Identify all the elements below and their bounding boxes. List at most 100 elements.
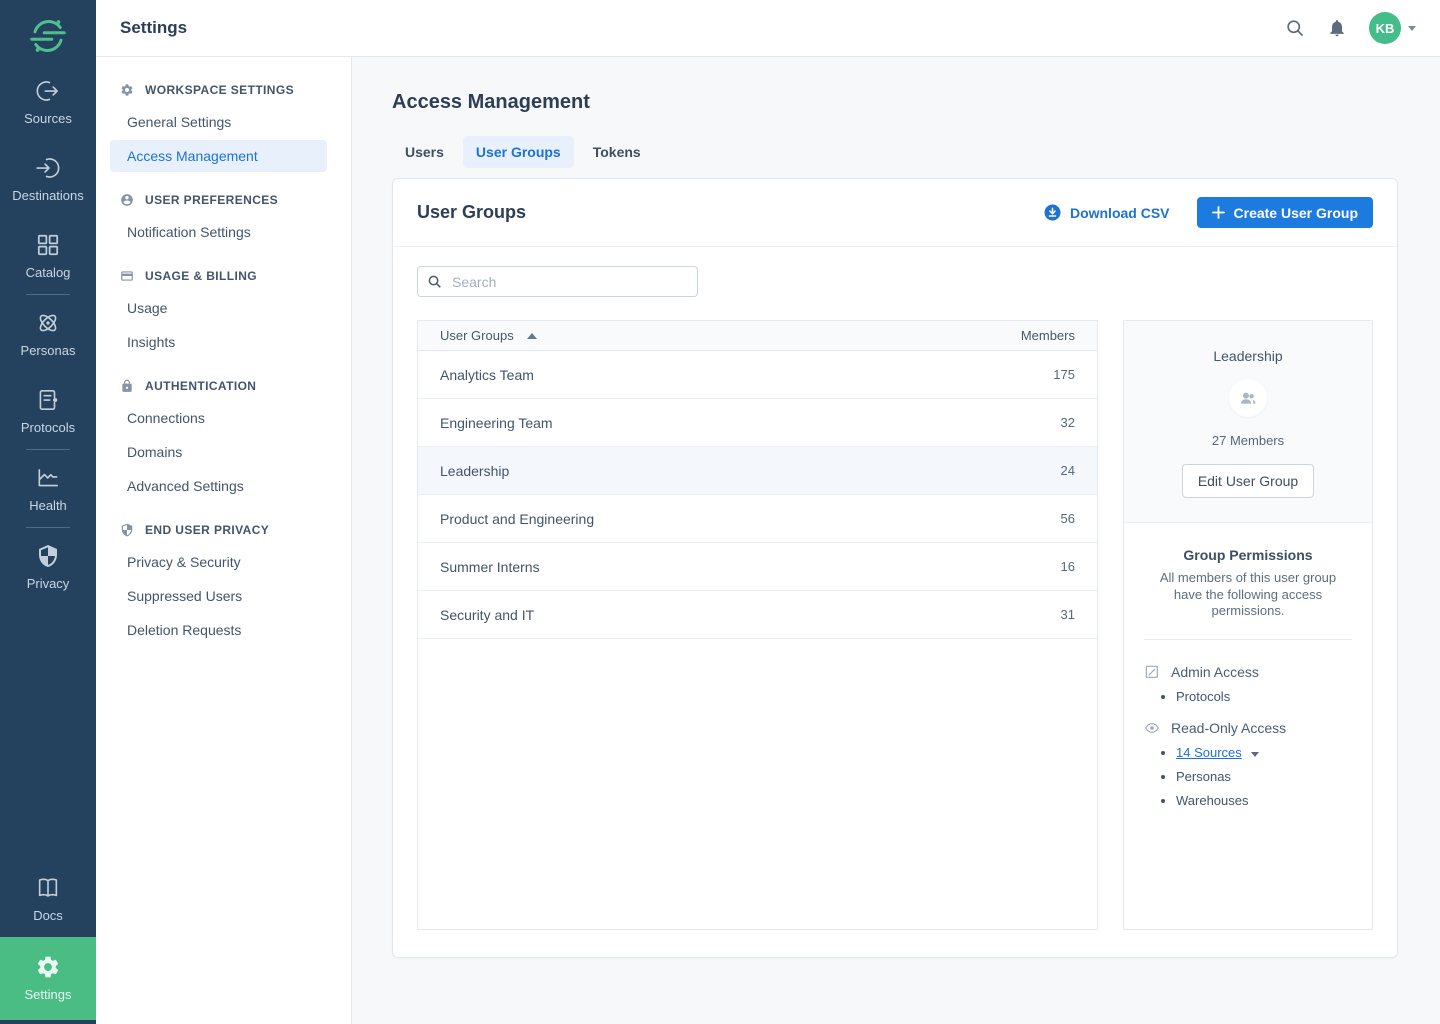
content-row: WORKSPACE SETTINGS General Settings Acce… [96,57,1440,1024]
sidebar-item-label: Protocols [21,420,75,435]
lock-icon [120,379,134,393]
permission-item: Warehouses [1176,793,1352,808]
sidebar-item-settings[interactable]: Settings [0,937,96,1020]
tab-user-groups[interactable]: User Groups [463,136,574,168]
column-label: User Groups [440,328,514,343]
user-menu[interactable]: KB [1369,12,1416,44]
sidebar-item-connections[interactable]: Connections [110,402,327,434]
group-members: 24 [1061,463,1075,478]
table-row[interactable]: Security and IT 31 [418,591,1097,639]
group-members: 175 [1053,367,1075,382]
group-members: 32 [1061,415,1075,430]
sidebar-item-access-management[interactable]: Access Management [110,140,327,172]
sidebar-item-sources[interactable]: Sources [0,77,96,126]
chevron-down-icon [1408,26,1416,31]
tab-tokens[interactable]: Tokens [580,136,654,168]
sidebar-item-docs[interactable]: Docs [0,874,96,923]
sidebar-item-insights[interactable]: Insights [110,326,327,358]
bell-icon[interactable] [1327,18,1347,38]
column-header-user-groups[interactable]: User Groups [440,328,537,343]
user-circle-icon [120,193,134,207]
sidebar-item-general-settings[interactable]: General Settings [110,106,327,138]
privacy-shield-icon [36,542,60,569]
edit-user-group-button[interactable]: Edit User Group [1182,464,1314,498]
shield-icon [120,523,134,537]
permission-item-sources: 14 Sources [1176,745,1352,760]
sidebar-item-label: Sources [24,111,72,126]
sidebar-item-privacy[interactable]: Privacy [0,542,96,591]
catalog-icon [35,231,61,258]
tab-users[interactable]: Users [392,136,457,168]
create-user-group-button[interactable]: Create User Group [1197,197,1373,228]
nav-section-workspace-settings: WORKSPACE SETTINGS General Settings Acce… [110,83,327,172]
sidebar-item-label: Catalog [26,265,71,280]
sort-ascending-icon [527,333,537,339]
app-sidebar: Sources Destinations Catalog [0,0,96,1024]
table-row-selected[interactable]: Leadership 24 [418,447,1097,495]
sources-link[interactable]: 14 Sources [1176,745,1242,760]
panel-summary: Leadership 27 Members [1124,321,1372,523]
download-csv-label: Download CSV [1070,205,1170,221]
eye-icon [1144,720,1160,736]
settings-sidebar: WORKSPACE SETTINGS General Settings Acce… [96,57,352,1024]
divider [26,294,70,295]
sidebar-item-personas[interactable]: Personas [0,309,96,358]
card-title: User Groups [417,202,526,223]
sources-icon [35,77,61,104]
sidebar-item-protocols[interactable]: Protocols [0,386,96,435]
table-row[interactable]: Summer Interns 16 [418,543,1097,591]
sidebar-item-catalog[interactable]: Catalog [0,231,96,280]
health-icon [35,464,61,491]
group-members: 31 [1061,607,1075,622]
personas-icon [35,309,61,336]
sidebar-item-advanced-settings[interactable]: Advanced Settings [110,470,327,502]
table-row[interactable]: Product and Engineering 56 [418,495,1097,543]
table-row[interactable]: Engineering Team 32 [418,399,1097,447]
permission-group-read-only-access: Read-Only Access [1144,720,1352,736]
chevron-down-icon[interactable] [1251,752,1259,757]
section-header: USER PREFERENCES [110,193,327,207]
sidebar-item-privacy-security[interactable]: Privacy & Security [110,546,327,578]
table-row[interactable]: Analytics Team 175 [418,351,1097,399]
search-input[interactable] [450,273,688,291]
search-icon[interactable] [1285,18,1305,38]
sidebar-item-health[interactable]: Health [0,464,96,513]
permissions-title: Group Permissions [1144,547,1352,563]
permission-group-label: Read-Only Access [1171,720,1286,736]
group-name: Analytics Team [440,367,534,383]
segment-logo[interactable] [28,16,68,61]
sidebar-item-usage[interactable]: Usage [110,292,327,324]
group-members: 16 [1061,559,1075,574]
divider [26,527,70,528]
column-header-members: Members [1021,328,1075,343]
nav-section-authentication: AUTHENTICATION Connections Domains Advan… [110,379,327,502]
top-header: Settings KB [96,0,1440,57]
docs-book-icon [35,874,61,901]
permission-item: Personas [1176,769,1352,784]
sidebar-item-deletion-requests[interactable]: Deletion Requests [110,614,327,646]
panel-permissions: Group Permissions All members of this us… [1124,523,1372,929]
section-title: AUTHENTICATION [145,379,256,393]
avatar[interactable]: KB [1369,12,1401,44]
download-icon [1044,204,1061,221]
create-user-group-label: Create User Group [1234,205,1358,221]
page-title: Settings [120,18,187,38]
group-name: Security and IT [440,607,534,623]
download-csv-button[interactable]: Download CSV [1044,204,1170,221]
user-groups-card: User Groups Download CSV [392,178,1398,958]
sidebar-item-notification-settings[interactable]: Notification Settings [110,216,327,248]
section-title: USAGE & BILLING [145,269,257,283]
sidebar-item-destinations[interactable]: Destinations [0,154,96,203]
search-box[interactable] [417,266,698,297]
credit-card-icon [120,269,134,283]
table-and-panel: User Groups Members Analytics Team 175 E [417,320,1373,930]
search-icon [427,274,442,289]
sidebar-item-domains[interactable]: Domains [110,436,327,468]
section-header: USAGE & BILLING [110,269,327,283]
sidebar-item-suppressed-users[interactable]: Suppressed Users [110,580,327,612]
admin-access-list: Protocols [1144,689,1352,704]
nav-section-end-user-privacy: END USER PRIVACY Privacy & Security Supp… [110,523,327,646]
gear-icon [120,83,134,97]
card-body: User Groups Members Analytics Team 175 E [393,247,1397,957]
group-name: Product and Engineering [440,511,594,527]
